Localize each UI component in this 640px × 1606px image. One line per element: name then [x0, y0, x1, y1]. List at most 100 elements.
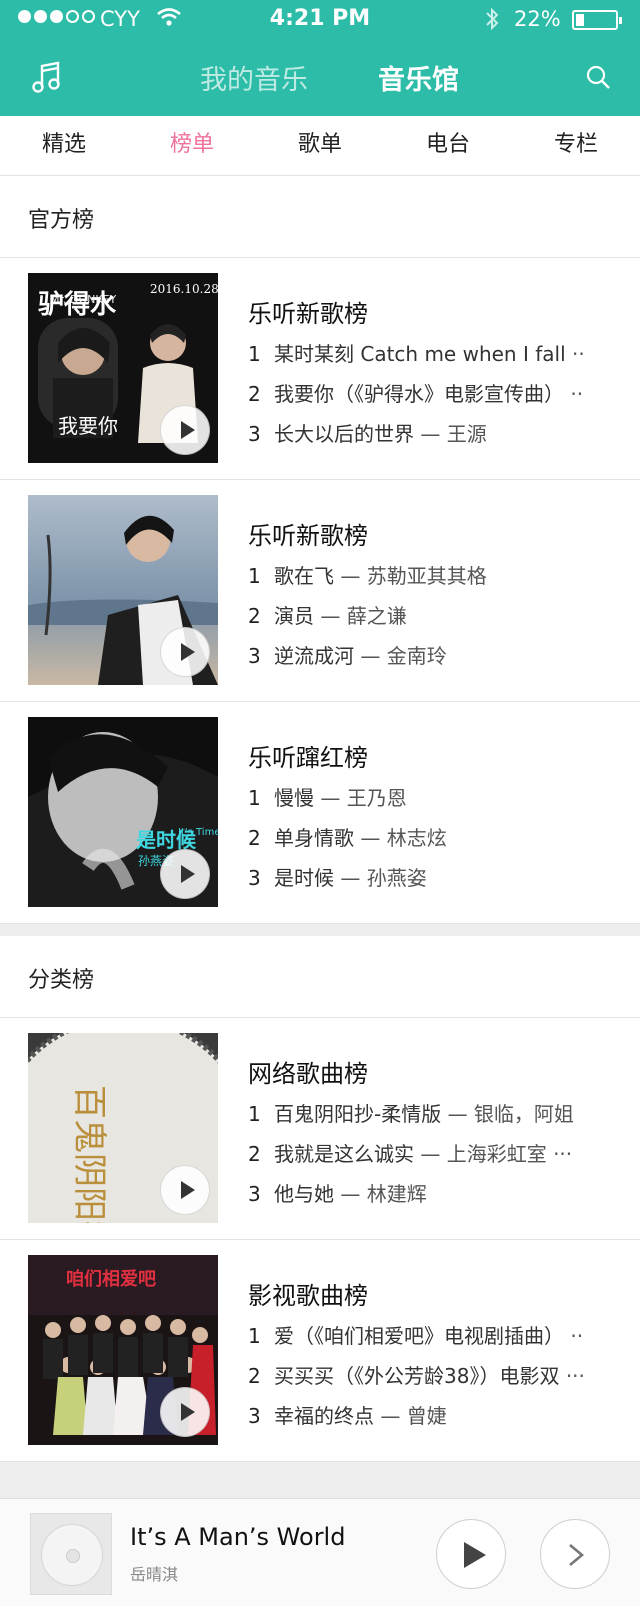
mini-player[interactable]: It’s A Man’s World 岳晴淇	[0, 1498, 640, 1606]
chart-song-line[interactable]: 3 长大以后的世界 — 王源	[248, 418, 618, 447]
chart-song-line[interactable]: 3 他与她 — 林建辉	[248, 1178, 618, 1207]
song-rank: 2	[248, 826, 261, 850]
song-name: 长大以后的世界	[274, 422, 414, 446]
chart-song-line[interactable]: 2 单身情歌 — 林志炫	[248, 822, 618, 851]
cover-text-date: 2016.10.28	[150, 282, 218, 296]
chart-song-line[interactable]: 2 我就是这么诚实 — 上海彩虹室 ···	[248, 1138, 618, 1167]
subtab-playlists[interactable]: 歌单	[256, 116, 384, 175]
play-icon[interactable]	[160, 849, 210, 899]
play-icon[interactable]	[160, 1165, 210, 1215]
section-official-header: 官方榜	[0, 176, 640, 258]
player-singer: 岳晴淇	[130, 1565, 179, 1584]
player-album-thumb[interactable]	[30, 1513, 112, 1595]
play-icon[interactable]	[160, 405, 210, 455]
chart-cover[interactable]: 咱们相爱吧	[28, 1255, 218, 1445]
cover-text-main: 咱们相爱吧	[66, 1268, 156, 1290]
status-bar: CYY 4:21 PM 22%	[0, 0, 640, 40]
chart-item[interactable]: 是时候 It's Time 孙燕姿 乐听蹿红榜 1 慢慢 — 王乃恩 2 单身情歌 …	[0, 702, 640, 924]
chart-item[interactable]: 百鬼阴阳抄 网络歌曲榜 1 百鬼阴阳抄-柔情版 — 银临，阿姐 2 我就是这么诚实 …	[0, 1018, 640, 1240]
song-rank: 2	[248, 604, 261, 628]
chart-song-line[interactable]: 3 是时候 — 孙燕姿	[248, 862, 618, 891]
music-note-icon[interactable]	[30, 60, 66, 96]
subtab-charts[interactable]: 榜单	[128, 116, 256, 175]
song-rank: 2	[248, 1142, 261, 1166]
subtab-featured[interactable]: 精选	[0, 116, 128, 175]
song-artist: — 王乃恩	[320, 786, 407, 810]
chart-item[interactable]: 咱们相爱吧 影视歌曲榜 1 爱（《咱们相爱吧》电视剧插曲） ·· 2 买买买（《外公…	[0, 1240, 640, 1462]
section-divider	[0, 924, 640, 936]
chart-cover[interactable]	[28, 495, 218, 685]
song-rank: 3	[248, 644, 261, 668]
song-rank: 2	[248, 382, 261, 406]
song-name: 歌在飞	[274, 564, 334, 588]
chart-song-line[interactable]: 3 逆流成河 — 金南玲	[248, 640, 618, 669]
song-artist: ···	[565, 1364, 585, 1388]
song-rank: 3	[248, 866, 261, 890]
player-play-button[interactable]	[436, 1519, 506, 1589]
chart-title: 网络歌曲榜	[248, 1060, 368, 1088]
song-rank: 3	[248, 1182, 261, 1206]
player-song-title: It’s A Man’s World	[130, 1523, 346, 1551]
bottom-spacer	[0, 1462, 640, 1498]
tab-music-hall[interactable]: 音乐馆	[378, 58, 459, 97]
song-name: 他与她	[274, 1182, 334, 1206]
song-rank: 1	[248, 342, 261, 366]
section-title: 官方榜	[28, 208, 95, 233]
chart-cover[interactable]: Mr. DONKEY 驴得水 2016.10.28 我要你	[28, 273, 218, 463]
song-name: 演员	[274, 604, 314, 628]
song-name: 买买买（《外公芳龄38》）电影双	[274, 1364, 560, 1388]
song-name: 百鬼阴阳抄-柔情版	[274, 1102, 442, 1126]
chart-song-line[interactable]: 1 百鬼阴阳抄-柔情版 — 银临，阿姐	[248, 1098, 618, 1127]
chart-song-line[interactable]: 1 某时某刻 Catch me when I fall ··	[248, 338, 618, 367]
cover-text-main: 驴得水	[38, 289, 117, 320]
song-artist: — 苏勒亚其其格	[340, 564, 487, 588]
chart-song-line[interactable]: 2 演员 — 薛之谦	[248, 600, 618, 629]
song-rank: 1	[248, 564, 261, 588]
chart-cover[interactable]: 百鬼阴阳抄	[28, 1033, 218, 1223]
song-artist: ··	[572, 342, 585, 366]
song-name: 我就是这么诚实	[274, 1142, 414, 1166]
play-icon[interactable]	[160, 1387, 210, 1437]
chart-title: 乐听新歌榜	[248, 300, 368, 328]
chart-song-line[interactable]: 1 慢慢 — 王乃恩	[248, 782, 618, 811]
song-artist: — 上海彩虹室 ···	[420, 1142, 573, 1166]
header-nav: 我的音乐 音乐馆	[0, 40, 640, 116]
cover-text-main: 百鬼阴阳抄	[69, 1085, 109, 1223]
battery-percent: 22%	[514, 7, 561, 31]
song-artist: — 孙燕姿	[340, 866, 427, 890]
song-name: 慢慢	[274, 786, 314, 810]
search-icon[interactable]	[585, 64, 611, 90]
subtab-columns[interactable]: 专栏	[512, 116, 640, 175]
chart-song-line[interactable]: 2 我要你（《驴得水》电影宣传曲） ··	[248, 378, 618, 407]
song-artist: — 金南玲	[360, 644, 447, 668]
song-artist: — 王源	[420, 422, 487, 446]
song-artist: — 曾婕	[380, 1404, 447, 1428]
sub-tabs: 精选 榜单 歌单 电台 专栏	[0, 116, 640, 176]
disc-icon	[41, 1524, 103, 1586]
song-name: 某时某刻 Catch me when I fall	[274, 342, 566, 366]
chart-song-line[interactable]: 1 歌在飞 — 苏勒亚其其格	[248, 560, 618, 589]
song-rank: 3	[248, 422, 261, 446]
song-artist: — 林志炫	[360, 826, 447, 850]
chart-item[interactable]: Mr. DONKEY 驴得水 2016.10.28 我要你 乐听新歌榜 1 某时某…	[0, 258, 640, 480]
player-next-button[interactable]	[540, 1519, 610, 1589]
chart-title: 乐听蹿红榜	[248, 744, 368, 772]
chart-song-line[interactable]: 2 买买买（《外公芳龄38》）电影双 ···	[248, 1360, 618, 1389]
song-artist: — 林建辉	[340, 1182, 427, 1206]
top-bar: CYY 4:21 PM 22% 我的音乐 音乐馆	[0, 0, 640, 116]
song-name: 幸福的终点	[274, 1404, 374, 1428]
tab-my-music[interactable]: 我的音乐	[200, 58, 308, 97]
chart-cover[interactable]: 是时候 It's Time 孙燕姿	[28, 717, 218, 907]
battery-icon	[572, 10, 622, 30]
chart-title: 乐听新歌榜	[248, 522, 368, 550]
chart-title: 影视歌曲榜	[248, 1282, 368, 1310]
chart-song-line[interactable]: 1 爱（《咱们相爱吧》电视剧插曲） ··	[248, 1320, 618, 1349]
song-rank: 1	[248, 1324, 261, 1348]
song-name: 逆流成河	[274, 644, 354, 668]
play-icon[interactable]	[160, 627, 210, 677]
subtab-radio[interactable]: 电台	[384, 116, 512, 175]
chart-item[interactable]: 乐听新歌榜 1 歌在飞 — 苏勒亚其其格 2 演员 — 薛之谦 3 逆流成河 — 金南…	[0, 480, 640, 702]
chart-song-line[interactable]: 3 幸福的终点 — 曾婕	[248, 1400, 618, 1429]
song-name: 单身情歌	[274, 826, 354, 850]
section-category-header: 分类榜	[0, 936, 640, 1018]
